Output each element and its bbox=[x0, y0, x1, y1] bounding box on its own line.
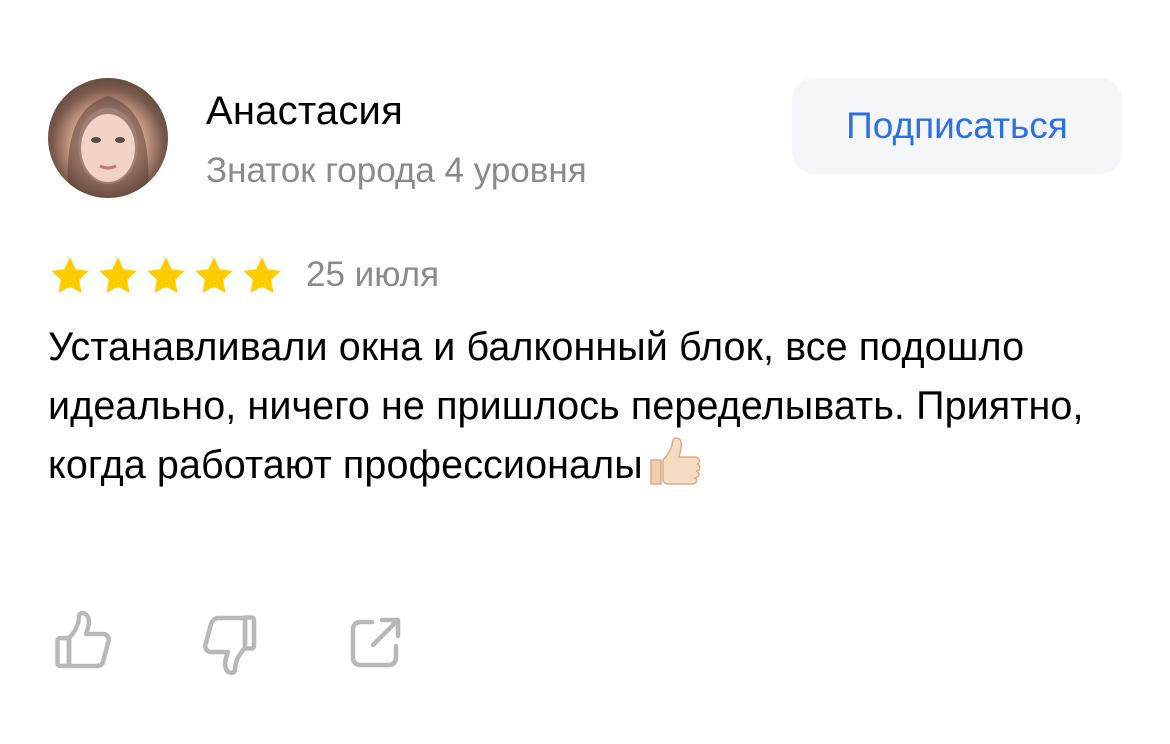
star-icon bbox=[51, 257, 89, 293]
thumbs-down-icon bbox=[202, 615, 257, 676]
author-level: Знаток города 4 уровня bbox=[206, 151, 587, 190]
rating-stars bbox=[48, 254, 284, 298]
star-icon bbox=[195, 257, 233, 293]
star-icon bbox=[243, 257, 281, 293]
review-text-content: Устанавливали окна и балконный блок, все… bbox=[48, 325, 1084, 487]
like-button[interactable] bbox=[48, 608, 118, 678]
review-text: Устанавливали окна и балконный блок, все… bbox=[48, 318, 1108, 495]
review-date: 25 июля bbox=[306, 255, 440, 294]
author-name[interactable]: Анастасия bbox=[206, 89, 403, 134]
star-icon bbox=[147, 257, 185, 293]
dislike-button[interactable] bbox=[196, 608, 266, 678]
subscribe-button[interactable]: Подписаться bbox=[792, 78, 1122, 174]
share-button[interactable] bbox=[342, 608, 412, 678]
thumbs-up-icon bbox=[55, 610, 112, 669]
star-icon bbox=[99, 257, 137, 293]
thumbs-up-emoji-icon bbox=[650, 437, 701, 485]
share-icon bbox=[350, 617, 401, 668]
author-avatar[interactable] bbox=[48, 78, 168, 198]
